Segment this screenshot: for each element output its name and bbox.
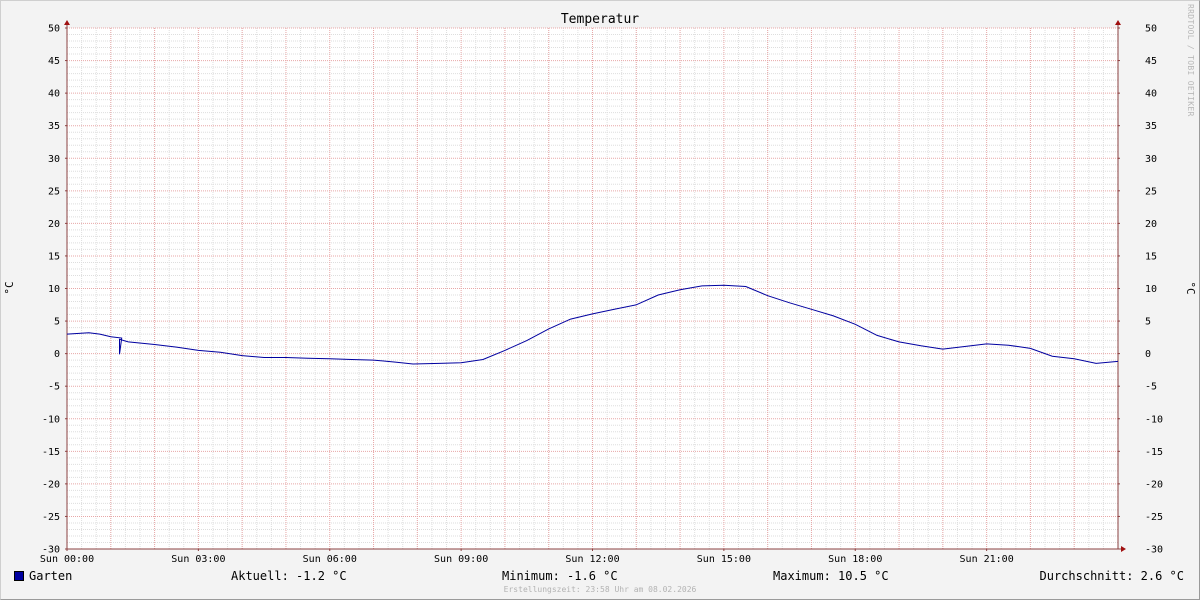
- y-tick-label-left: 35: [48, 121, 60, 132]
- y-tick-label-left: 40: [48, 89, 60, 100]
- rrdtool-credit: RRDTOOL / TOBI OETIKER: [1186, 4, 1195, 117]
- y-axis-right: 50454035302520151050-5-10-15-20-25-30: [1118, 24, 1163, 556]
- x-tick-label: Sun 15:00: [697, 554, 751, 565]
- y-tick-label-left: 50: [48, 24, 60, 35]
- y-tick-label-left: 45: [48, 56, 60, 67]
- x-axis-arrow: [1121, 546, 1126, 552]
- creation-timestamp: Erstellungszeit: 23:58 Uhr am 08.02.2026: [503, 585, 697, 594]
- y-tick-label-right: 20: [1145, 219, 1157, 230]
- x-axis: Sun 00:00 Sun 03:00 Sun 06:00 Sun 09:00 Sun …: [40, 549, 1014, 565]
- y-tick-label-right: 45: [1145, 56, 1157, 67]
- x-tick-label: Sun 12:00: [565, 554, 619, 565]
- y-tick-label-right: 15: [1145, 251, 1157, 262]
- y-tick-label-right: -25: [1145, 512, 1163, 523]
- y-tick-label-left: 10: [48, 284, 60, 295]
- stat-minimum: Minimum: -1.6 °C: [502, 569, 618, 583]
- legend-label: Garten: [29, 569, 73, 583]
- y-tick-label-left: 0: [54, 349, 60, 360]
- y-tick-label-right: 40: [1145, 89, 1157, 100]
- y-tick-label-right: 25: [1145, 186, 1157, 197]
- y-tick-label-left: 15: [48, 251, 60, 262]
- x-tick-label: Sun 18:00: [828, 554, 882, 565]
- y-tick-label-left: -20: [42, 479, 60, 490]
- stat-current: Aktuell: -1.2 °C: [231, 569, 347, 583]
- x-tick-label: Sun 09:00: [434, 554, 488, 565]
- y-tick-label-left: 5: [54, 317, 60, 328]
- y-axis-label-right: °C: [1184, 281, 1197, 294]
- graph-window: 50 45 40 35 30 25 20 15 10 5 0 -5 -10 -15 -20 -25 -30 50…: [0, 0, 1200, 600]
- x-tick-label: Sun 03:00: [171, 554, 225, 565]
- y-tick-label-right: -10: [1145, 414, 1163, 425]
- y-axis-arrow-left: [64, 20, 70, 25]
- y-tick-label-left: 25: [48, 186, 60, 197]
- y-tick-label-left: -15: [42, 447, 60, 458]
- y-tick-label-right: -20: [1145, 479, 1163, 490]
- y-tick-label-left: 30: [48, 154, 60, 165]
- stat-maximum: Maximum: 10.5 °C: [773, 569, 889, 583]
- y-tick-label-right: -15: [1145, 447, 1163, 458]
- y-tick-label-right: 50: [1145, 24, 1157, 35]
- chart-title: Temperatur: [561, 12, 639, 27]
- x-tick-label: Sun 06:00: [303, 554, 357, 565]
- legend-item-garten: Garten: [14, 568, 72, 584]
- x-tick-label: Sun 21:00: [960, 554, 1014, 565]
- y-axis-label-left: °C: [3, 281, 16, 294]
- temperature-chart: 50454035302520151050-5-10-15-20-25-30 50…: [3, 4, 1197, 565]
- y-tick-label-right: -5: [1145, 382, 1157, 393]
- y-tick-label-right: 10: [1145, 284, 1157, 295]
- y-axis-left: 50454035302520151050-5-10-15-20-25-30: [42, 24, 67, 556]
- y-tick-label-right: -30: [1145, 545, 1163, 556]
- y-tick-label-left: -10: [42, 414, 60, 425]
- stat-average: Durchschnitt: 2.6 °C: [1039, 569, 1185, 583]
- legend-swatch: [14, 571, 24, 581]
- y-tick-label-right: 0: [1145, 349, 1151, 360]
- y-tick-label-right: 5: [1145, 317, 1151, 328]
- y-tick-label-right: 35: [1145, 121, 1157, 132]
- x-tick-label: Sun 00:00: [40, 554, 94, 565]
- y-tick-label-left: 20: [48, 219, 60, 230]
- y-tick-label-right: 30: [1145, 154, 1157, 165]
- y-tick-label-left: -5: [48, 382, 60, 393]
- y-tick-label-left: -25: [42, 512, 60, 523]
- y-axis-arrow-right: [1115, 20, 1121, 25]
